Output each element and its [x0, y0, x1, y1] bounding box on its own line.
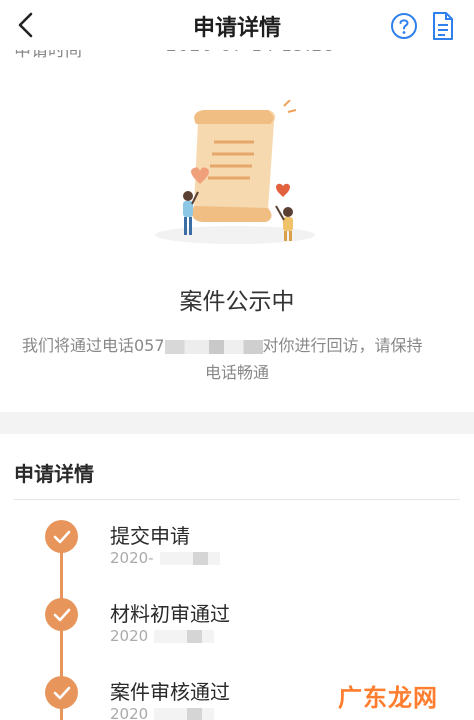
check-icon — [53, 530, 70, 543]
timeline-step: 材料初审通过 2020 — [0, 598, 474, 658]
divider — [14, 499, 460, 500]
step-date: 2020 — [110, 627, 215, 645]
step-check-badge — [45, 676, 78, 709]
step-check-badge — [45, 598, 78, 631]
details-section-title: 申请详情 — [14, 462, 94, 486]
callback-tip-line2: 电话畅通 — [204, 363, 269, 382]
status-title: 案件公示中 — [179, 289, 295, 315]
document-icon[interactable] — [431, 11, 455, 41]
step-check-badge — [45, 520, 78, 553]
help-icon[interactable] — [390, 12, 418, 40]
masked-phone — [164, 339, 263, 354]
step-name: 材料初审通过 — [110, 602, 230, 626]
section-separator — [0, 412, 474, 434]
step-name: 案件审核通过 — [110, 680, 230, 704]
callback-tip-suffix: 对你进行回访，请保持 — [262, 336, 423, 355]
timeline-step: 提交申请 2020- — [0, 520, 474, 580]
step-date: 2020 — [110, 705, 215, 720]
callback-tip-prefix: 我们将通过电话057 — [22, 336, 165, 355]
check-icon — [53, 608, 70, 621]
watermark: 广东龙网 — [338, 684, 438, 712]
scroll-illustration — [155, 100, 315, 244]
check-icon — [53, 686, 70, 699]
navigation-bar: 申请详情 — [0, 0, 474, 50]
callback-tip-line1: 我们将通过电话057 对你进行回访，请保持 — [22, 332, 423, 356]
step-name: 提交申请 — [110, 524, 190, 548]
step-date: 2020- — [110, 549, 220, 567]
